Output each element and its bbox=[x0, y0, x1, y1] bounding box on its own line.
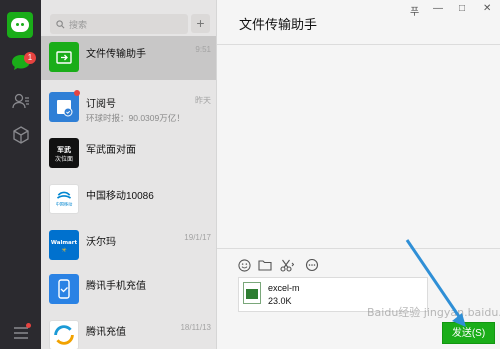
file-transfer-icon bbox=[49, 42, 79, 72]
search-placeholder: 搜索 bbox=[69, 19, 88, 30]
conversation-time: 18/11/13 bbox=[180, 323, 211, 332]
recharge-icon bbox=[49, 320, 79, 349]
chat-pane: 文件传输助手 푸 — □ ✕ excel-m 23.0K Baidu经验 jin… bbox=[217, 0, 500, 349]
conversation-time: 昨天 bbox=[195, 96, 211, 105]
svg-text:中国移动: 中国移动 bbox=[56, 201, 73, 208]
conversation-item-recharge[interactable]: 腾讯充值 18/11/13 bbox=[41, 314, 216, 349]
conversation-title: 军武面对面 bbox=[86, 145, 136, 156]
search-input[interactable]: 搜索 bbox=[50, 14, 188, 34]
menu-notification-dot bbox=[26, 323, 31, 328]
conversation-time: 19/1/17 bbox=[184, 233, 211, 242]
svg-text:✳: ✳ bbox=[61, 247, 66, 254]
svg-text:军武: 军武 bbox=[57, 145, 71, 154]
conversation-preview: 环球时报：90.0309万亿！ bbox=[86, 113, 185, 123]
svg-text:Walmart: Walmart bbox=[51, 240, 78, 246]
svg-text:次位面: 次位面 bbox=[55, 155, 73, 163]
conversation-item-china-mobile[interactable]: 中国移动 中国移动10086 bbox=[41, 178, 216, 222]
conversation-title: 沃尔玛 bbox=[86, 237, 116, 248]
unread-dot bbox=[74, 90, 80, 96]
unread-badge: 1 bbox=[24, 52, 36, 64]
conversation-list: 搜索 + 文件传输助手 9:51 订阅号 环球时报：90.0309万亿！ 昨天 … bbox=[41, 0, 217, 349]
conversation-title: 腾讯手机充值 bbox=[86, 281, 146, 292]
military-logo: 军武 次位面 bbox=[49, 138, 79, 168]
conversation-item-walmart[interactable]: Walmart ✳ 沃尔玛 19/1/17 bbox=[41, 224, 216, 268]
conversation-title: 订阅号 bbox=[86, 99, 116, 110]
avatar[interactable] bbox=[7, 12, 33, 38]
nav-rail: 1 bbox=[0, 0, 41, 349]
conversation-time: 9:51 bbox=[195, 45, 211, 54]
china-mobile-logo: 中国移动 bbox=[49, 184, 79, 214]
subscription-icon bbox=[49, 92, 79, 122]
conversation-item-phone-recharge[interactable]: 腾讯手机充值 bbox=[41, 268, 216, 312]
conversation-item-file-transfer[interactable]: 文件传输助手 9:51 bbox=[41, 36, 216, 80]
search-icon bbox=[56, 19, 65, 28]
annotation-arrow bbox=[405, 239, 466, 327]
conversation-item-subscriptions[interactable]: 订阅号 环球时报：90.0309万亿！ 昨天 bbox=[41, 86, 216, 130]
cube-icon[interactable] bbox=[10, 124, 32, 146]
conversation-title: 中国移动10086 bbox=[86, 191, 154, 202]
walmart-logo: Walmart ✳ bbox=[49, 230, 79, 260]
phone-recharge-icon bbox=[49, 274, 79, 304]
conversation-title: 文件传输助手 bbox=[86, 49, 146, 60]
add-chat-button[interactable]: + bbox=[191, 14, 210, 33]
conversation-item-junwu[interactable]: 军武 次位面 军武面对面 bbox=[41, 132, 216, 176]
contacts-icon[interactable] bbox=[10, 90, 32, 112]
conversation-title: 腾讯充值 bbox=[86, 327, 126, 338]
